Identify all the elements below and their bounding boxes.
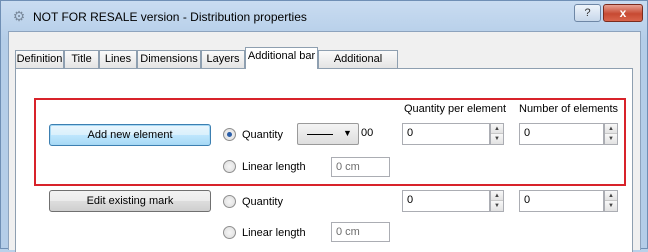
chevron-down-icon: ▼: [343, 128, 352, 138]
linear-length-radio-label: Linear length: [242, 226, 306, 239]
window-title: NOT FOR RESALE version - Distribution pr…: [33, 10, 307, 24]
quantity-radio-label: Quantity: [242, 195, 283, 208]
gear-icon: ⚙: [12, 8, 26, 24]
radio-button[interactable]: [223, 226, 236, 239]
quantity-radio-existing[interactable]: Quantity: [223, 195, 283, 208]
radio-button[interactable]: [223, 160, 236, 173]
number-of-elements-input[interactable]: 0: [519, 123, 604, 145]
number-of-elements-spinner[interactable]: ▲ ▼: [604, 123, 618, 145]
linear-length-input-new[interactable]: 0 cm: [331, 157, 390, 177]
quantity-per-element-header: Quantity per element: [404, 103, 507, 115]
number-of-elements-spinner-existing[interactable]: ▲ ▼: [604, 190, 618, 212]
linear-length-radio-existing[interactable]: Linear length: [223, 226, 306, 239]
tab-lines[interactable]: Lines: [99, 50, 137, 68]
help-button[interactable]: ?: [574, 4, 601, 22]
spin-down-icon[interactable]: ▼: [605, 134, 617, 144]
quantity-radio-label: Quantity: [242, 128, 283, 141]
linear-length-radio-label: Linear length: [242, 160, 306, 173]
close-button[interactable]: x: [603, 4, 643, 22]
number-of-elements-input-existing[interactable]: 0: [519, 190, 604, 212]
tab-additional-bar[interactable]: Additional bar: [245, 47, 318, 69]
spin-up-icon[interactable]: ▲: [491, 191, 503, 201]
line-sample: [307, 134, 333, 135]
tab-additional-mesh[interactable]: Additional mesh: [318, 50, 398, 81]
quantity-per-element-input-existing[interactable]: 0: [402, 190, 490, 212]
spin-up-icon[interactable]: ▲: [605, 124, 617, 134]
linear-length-input-existing[interactable]: 0 cm: [331, 222, 390, 242]
spin-down-icon[interactable]: ▼: [491, 201, 503, 211]
distribution-properties-window: ⚙ NOT FOR RESALE version - Distribution …: [0, 0, 648, 252]
line-combo-value: 00: [361, 127, 374, 139]
spin-down-icon[interactable]: ▼: [491, 134, 503, 144]
quantity-per-element-spinner-existing[interactable]: ▲ ▼: [490, 190, 504, 212]
linear-length-radio-new[interactable]: Linear length: [223, 160, 306, 173]
tab-dimensions[interactable]: Dimensions: [137, 50, 201, 68]
spin-down-icon[interactable]: ▼: [605, 201, 617, 211]
edit-existing-mark-button[interactable]: Edit existing mark: [49, 190, 211, 212]
quantity-radio-new[interactable]: Quantity: [223, 128, 283, 141]
tab-definition[interactable]: Definition: [15, 50, 64, 68]
quantity-per-element-input[interactable]: 0: [402, 123, 490, 145]
number-of-elements-header: Number of elements: [519, 103, 619, 115]
title-bar[interactable]: ⚙ NOT FOR RESALE version - Distribution …: [1, 1, 647, 31]
line-style-combo[interactable]: ▼: [297, 123, 359, 145]
add-new-element-button[interactable]: Add new element: [49, 124, 211, 146]
radio-button[interactable]: [223, 128, 236, 141]
spin-up-icon[interactable]: ▲: [491, 124, 503, 134]
radio-button[interactable]: [223, 195, 236, 208]
tab-title[interactable]: Title: [64, 50, 99, 68]
quantity-per-element-spinner[interactable]: ▲ ▼: [490, 123, 504, 145]
spin-up-icon[interactable]: ▲: [605, 191, 617, 201]
tab-layers[interactable]: Layers: [201, 50, 245, 68]
